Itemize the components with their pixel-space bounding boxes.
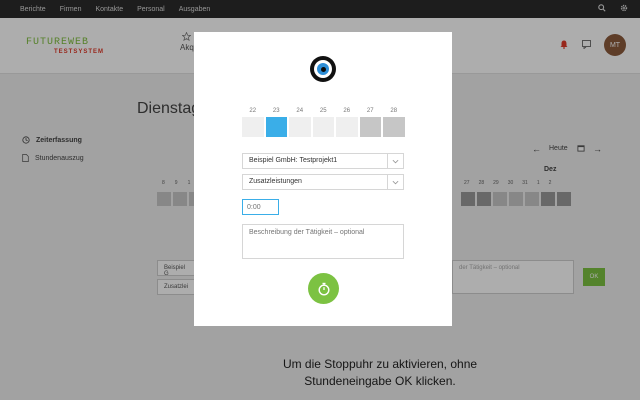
day-number: 23: [272, 108, 280, 114]
day-number: 24: [296, 108, 304, 114]
day-number: 27: [366, 108, 374, 114]
day-23[interactable]: 23: [265, 107, 287, 137]
service-select-value: Zusatzleistungen: [249, 178, 302, 185]
eye-pupil: [320, 66, 326, 72]
day-26[interactable]: 26: [336, 107, 358, 137]
day-cell[interactable]: [242, 117, 264, 137]
project-select-value: Beispiel GmbH: Testprojekt1: [249, 157, 338, 164]
day-cell-weekend[interactable]: [383, 117, 405, 137]
day-cell[interactable]: [336, 117, 358, 137]
hours-input[interactable]: [242, 199, 279, 215]
time-entry-modal: 22 23 24 25 26 27 28 Beispiel GmbH: Test…: [194, 32, 452, 326]
eye-logo-icon: [310, 56, 336, 82]
day-22[interactable]: 22: [242, 107, 264, 137]
day-25[interactable]: 25: [312, 107, 334, 137]
day-number: 26: [343, 108, 351, 114]
day-cell[interactable]: [289, 117, 311, 137]
day-28[interactable]: 28: [383, 107, 405, 137]
service-select[interactable]: Zusatzleistungen: [242, 174, 404, 190]
day-24[interactable]: 24: [289, 107, 311, 137]
chevron-down-icon[interactable]: [387, 154, 403, 168]
eye-iris: [317, 63, 329, 75]
day-number: 25: [319, 108, 327, 114]
chevron-down-icon[interactable]: [387, 175, 403, 189]
day-number: 28: [390, 108, 398, 114]
description-field[interactable]: [242, 224, 404, 259]
stopwatch-button[interactable]: [308, 273, 339, 304]
day-picker: 22 23 24 25 26 27 28: [242, 107, 405, 137]
day-number: 22: [249, 108, 257, 114]
eye-ring: [314, 60, 332, 78]
day-27[interactable]: 27: [359, 107, 381, 137]
project-select[interactable]: Beispiel GmbH: Testprojekt1: [242, 153, 404, 169]
stopwatch-icon: [317, 282, 330, 296]
day-cell-weekend[interactable]: [359, 117, 381, 137]
day-cell[interactable]: [312, 117, 334, 137]
day-cell-selected[interactable]: [265, 117, 287, 137]
